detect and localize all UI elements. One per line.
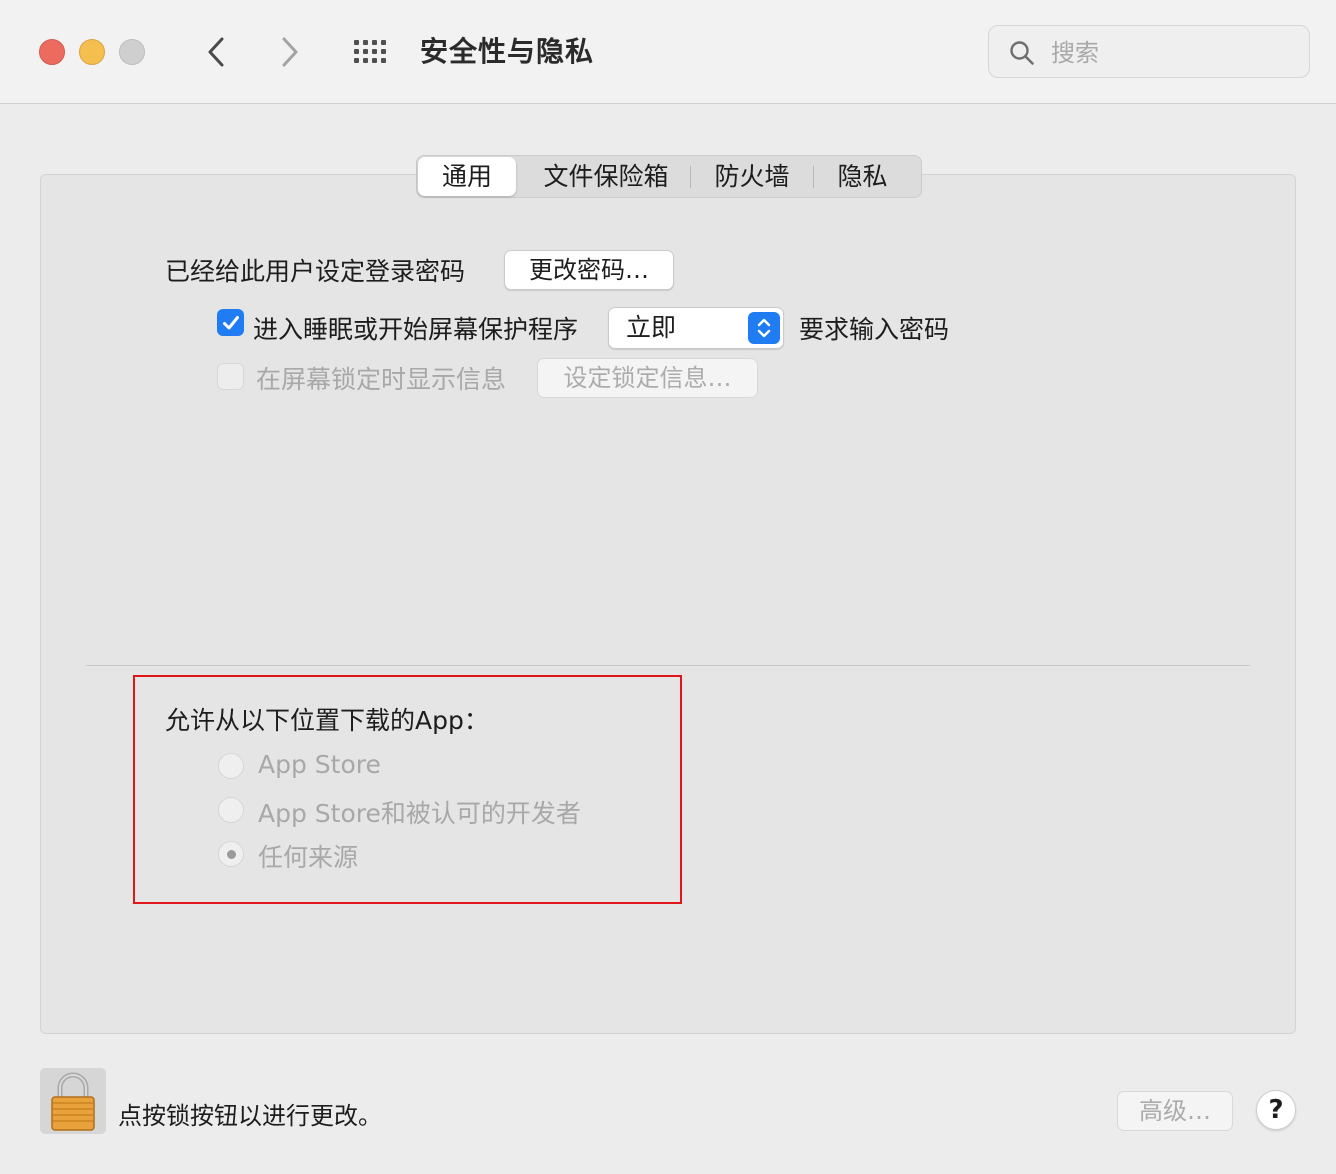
radio-app-store[interactable]: [218, 753, 244, 779]
allow-downloads-heading: 允许从以下位置下载的App：: [165, 706, 489, 735]
require-password-label: 进入睡眠或开始屏幕保护程序: [253, 315, 579, 344]
password-delay-select[interactable]: 立即: [608, 307, 784, 349]
zoom-window-button[interactable]: [119, 39, 145, 65]
advanced-button[interactable]: 高级…: [1117, 1091, 1233, 1131]
forward-button[interactable]: [270, 30, 310, 74]
password-set-label: 已经给此用户设定登录密码: [165, 257, 466, 286]
show-lock-message-checkbox[interactable]: [217, 363, 244, 390]
close-window-button[interactable]: [39, 39, 65, 65]
search-input[interactable]: [1049, 34, 1293, 72]
radio-anywhere[interactable]: [218, 841, 244, 867]
radio-anywhere-label: 任何来源: [258, 843, 359, 872]
chevron-left-icon: [208, 37, 224, 67]
tab-firewall[interactable]: 防火墙: [691, 157, 813, 196]
tab-bar: 通用 文件保险箱 防火墙 隐私: [416, 155, 922, 198]
radio-app-store-identified-label: App Store和被认可的开发者: [258, 799, 581, 828]
radio-selected-dot: [226, 849, 236, 859]
title-bar: 安全性与隐私: [0, 0, 1336, 104]
up-down-chevron-icon: [748, 312, 780, 344]
require-password-suffix: 要求输入密码: [799, 315, 950, 344]
change-password-button[interactable]: 更改密码…: [504, 250, 674, 290]
checkmark-icon: [222, 315, 239, 329]
lock-hint-text: 点按锁按钮以进行更改。: [118, 1102, 382, 1130]
padlock-icon: [51, 1072, 95, 1131]
back-button[interactable]: [196, 30, 236, 74]
tab-privacy[interactable]: 隐私: [814, 157, 911, 196]
search-field[interactable]: [988, 25, 1310, 78]
content-panel: [40, 174, 1296, 1034]
window-title: 安全性与隐私: [420, 35, 595, 68]
search-icon: [1010, 41, 1034, 65]
set-lock-message-button[interactable]: 设定锁定信息…: [537, 358, 758, 398]
radio-app-store-identified[interactable]: [218, 797, 244, 823]
section-divider: [86, 665, 1250, 666]
tab-filevault[interactable]: 文件保险箱: [522, 157, 690, 196]
tab-general[interactable]: 通用: [418, 157, 516, 196]
require-password-checkbox[interactable]: [217, 309, 244, 336]
radio-app-store-label: App Store: [258, 750, 381, 779]
password-delay-value: 立即: [626, 313, 677, 342]
lock-button[interactable]: [40, 1068, 106, 1134]
minimize-window-button[interactable]: [79, 39, 105, 65]
help-button[interactable]: ?: [1256, 1090, 1296, 1130]
chevron-right-icon: [282, 37, 298, 67]
show-lock-message-label: 在屏幕锁定时显示信息: [256, 365, 507, 394]
show-all-button[interactable]: [350, 34, 394, 70]
